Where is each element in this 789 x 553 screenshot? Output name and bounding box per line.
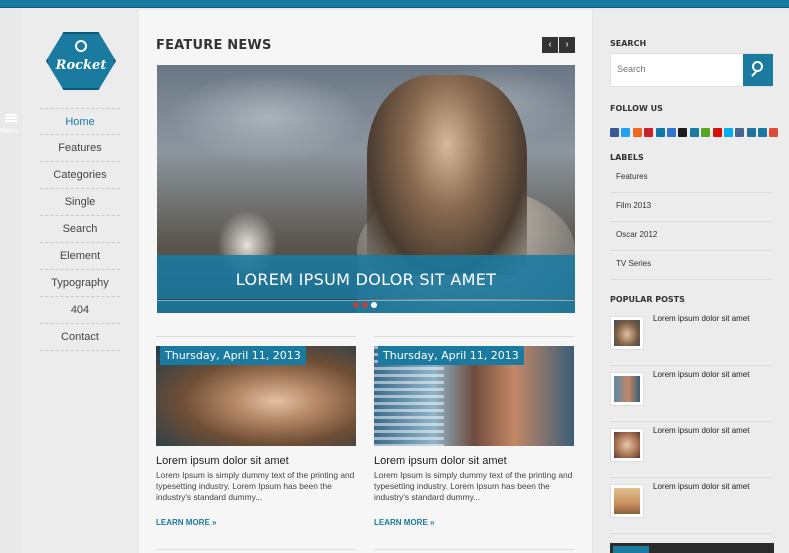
lastfm-icon[interactable]: [712, 128, 722, 137]
twitter-icon[interactable]: [621, 128, 631, 137]
evernote-icon[interactable]: [701, 128, 711, 137]
feature-news-title: FEATURE NEWS: [156, 38, 272, 53]
popular-post[interactable]: Lorem ipsum dolor sit amet: [610, 422, 772, 478]
popular-post-thumbnail[interactable]: [610, 316, 644, 350]
slider-prev-button[interactable]: ‹: [542, 37, 558, 53]
popular-post[interactable]: Lorem ipsum dolor sit amet: [610, 366, 772, 422]
label-item[interactable]: Film 2013: [610, 193, 772, 222]
post-excerpt: Lorem Ipsum is simply dummy text of the …: [156, 470, 355, 502]
nav-item-features[interactable]: Features: [40, 135, 120, 162]
hamburger-icon: [5, 114, 17, 122]
rocket-icon: [75, 40, 87, 52]
logo-text: Rocket: [55, 58, 107, 73]
search-input[interactable]: [611, 54, 739, 84]
menu-toggle-label: Menu: [0, 128, 18, 135]
post-title[interactable]: Lorem ipsum dolor sit amet: [156, 455, 356, 467]
search-form: [610, 53, 773, 87]
main-content: FEATURE NEWS ‹ › LOREM IPSUM DOLOR SIT AM…: [139, 10, 592, 553]
popular-post-thumbnail[interactable]: [610, 372, 644, 406]
pinterest-icon[interactable]: [644, 128, 654, 137]
follow-widget-title: FOLLOW US: [610, 104, 663, 113]
slider-dot-active[interactable]: [371, 302, 377, 308]
stumbleupon-icon[interactable]: [689, 128, 699, 137]
slider-next-button[interactable]: ›: [559, 37, 575, 53]
popular-post-title[interactable]: Lorem ipsum dolor sit amet: [653, 426, 749, 435]
delicious-icon[interactable]: [666, 128, 676, 137]
post-excerpt: Lorem Ipsum is simply dummy text of the …: [374, 470, 573, 502]
social-icons: [610, 124, 781, 142]
labels-widget-title: LABELS: [610, 153, 644, 162]
linkedin-icon[interactable]: [655, 128, 665, 137]
popular-post-title[interactable]: Lorem ipsum dolor sit amet: [653, 482, 749, 491]
search-icon: [752, 61, 763, 72]
feature-slider[interactable]: LOREM IPSUM DOLOR SIT AMET: [157, 65, 575, 313]
rss-icon[interactable]: [632, 128, 642, 137]
facebook-icon[interactable]: [610, 128, 619, 137]
post-card: Thursday, April 11, 2013 Lorem ipsum dol…: [156, 336, 356, 550]
skype-icon[interactable]: [723, 128, 733, 137]
slider-dot[interactable]: [353, 302, 359, 308]
digg-icon[interactable]: [678, 128, 688, 137]
popular-post[interactable]: Lorem ipsum dolor sit amet: [610, 310, 772, 366]
label-item[interactable]: TV Series: [610, 251, 772, 280]
post-thumbnail[interactable]: Thursday, April 11, 2013: [374, 346, 574, 446]
google-icon[interactable]: [769, 128, 779, 137]
vk-icon[interactable]: [735, 128, 745, 137]
wordpress-icon[interactable]: [746, 128, 756, 137]
learn-more-link[interactable]: LEARN MORE »: [374, 518, 574, 527]
right-sidebar: SEARCH FOLLOW US LABELS Features Film 20…: [593, 10, 789, 553]
label-item[interactable]: Oscar 2012: [610, 222, 772, 251]
popular-post-title[interactable]: Lorem ipsum dolor sit amet: [653, 314, 749, 323]
label-item[interactable]: Features: [610, 164, 772, 193]
post-title[interactable]: Lorem ipsum dolor sit amet: [374, 455, 574, 467]
search-widget-title: SEARCH: [610, 39, 647, 48]
main-nav: Home Features Categories Single Search E…: [40, 108, 120, 351]
popular-post-title[interactable]: Lorem ipsum dolor sit amet: [653, 370, 749, 379]
popular-posts-list: Lorem ipsum dolor sit amet Lorem ipsum d…: [610, 310, 772, 534]
top-bar: [0, 0, 789, 8]
nav-item-categories[interactable]: Categories: [40, 162, 120, 189]
post-date-badge: Thursday, April 11, 2013: [160, 346, 306, 365]
labels-list: Features Film 2013 Oscar 2012 TV Series: [610, 164, 772, 280]
popular-post-thumbnail[interactable]: [610, 484, 644, 518]
slider-dot[interactable]: [362, 302, 368, 308]
menu-toggle-button[interactable]: Menu: [0, 108, 22, 138]
slider-nav: ‹ ›: [541, 34, 575, 53]
slider-dots: [353, 295, 380, 313]
search-button[interactable]: [743, 54, 773, 86]
post-thumbnail[interactable]: Thursday, April 11, 2013: [156, 346, 356, 446]
popular-post-thumbnail[interactable]: [610, 428, 644, 462]
popular-post[interactable]: Lorem ipsum dolor sit amet: [610, 478, 772, 534]
popular-posts-title: POPULAR POSTS: [610, 295, 685, 304]
slide-caption[interactable]: LOREM IPSUM DOLOR SIT AMET: [157, 255, 575, 299]
left-sidebar: Rocket Home Features Categories Single S…: [22, 8, 138, 553]
site-logo[interactable]: Rocket: [46, 32, 116, 90]
nav-item-search[interactable]: Search: [40, 216, 120, 243]
nav-item-single[interactable]: Single: [40, 189, 120, 216]
nav-item-element[interactable]: Element: [40, 243, 120, 270]
post-date-badge: Thursday, April 11, 2013: [378, 346, 524, 365]
post-card: Thursday, April 11, 2013 Lorem ipsum dol…: [374, 336, 574, 550]
footer-widget: [610, 543, 774, 553]
footer-widget-image: [613, 546, 649, 553]
email-icon[interactable]: [758, 128, 768, 137]
nav-item-home[interactable]: Home: [40, 108, 120, 135]
nav-item-404[interactable]: 404: [40, 297, 120, 324]
nav-item-contact[interactable]: Contact: [40, 324, 120, 351]
learn-more-link[interactable]: LEARN MORE »: [156, 518, 356, 527]
nav-item-typography[interactable]: Typography: [40, 270, 120, 297]
